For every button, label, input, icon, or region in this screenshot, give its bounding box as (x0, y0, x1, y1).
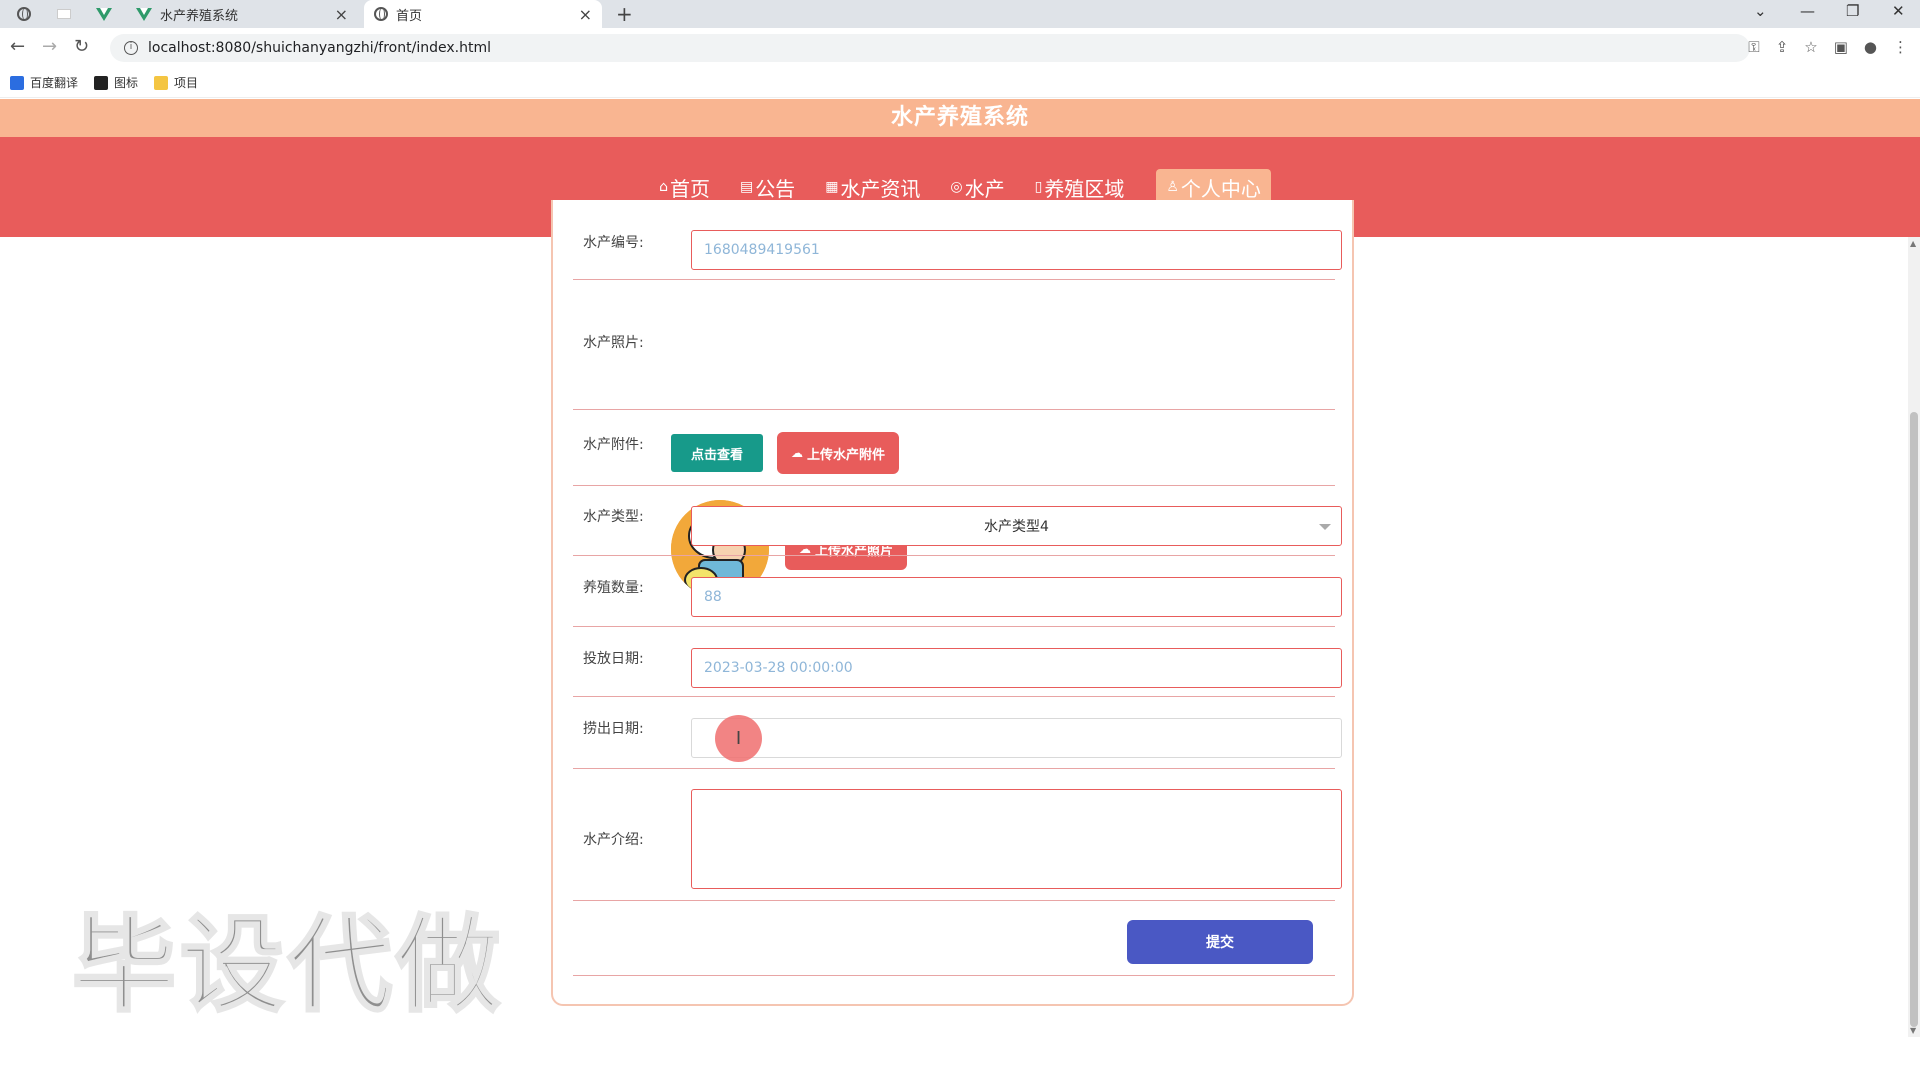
form-row-harvest-date: 捞出日期: (573, 697, 1342, 769)
bookmark-project[interactable]: 项目 (154, 74, 198, 91)
nav-label: 养殖区域 (1044, 176, 1125, 201)
scroll-down-icon[interactable]: ▼ (1910, 1026, 1916, 1035)
new-tab-button[interactable]: + (616, 2, 633, 26)
form-row-photo: 水产照片: (573, 280, 1335, 410)
button-label: 上传水产附件 (806, 447, 885, 463)
page-icon (57, 9, 71, 19)
harvest-date-input[interactable] (691, 718, 1342, 758)
back-icon[interactable]: ← (10, 36, 25, 57)
pinned-tab-globe[interactable] (12, 3, 36, 25)
chevron-down-icon (1319, 524, 1331, 530)
image-icon (94, 75, 109, 90)
tab-search-icon[interactable]: ⌄ (1754, 2, 1767, 20)
tab-title: 水产养殖系统 (160, 8, 239, 24)
area-icon: ▯ (1034, 179, 1043, 195)
field-label: 水产介绍: (583, 832, 644, 848)
bookmark-label: 百度翻译 (30, 76, 79, 90)
field-label: 水产照片: (583, 335, 644, 351)
submit-button[interactable]: 提交 (1127, 920, 1313, 964)
text-cursor-icon: I (735, 728, 742, 749)
star-icon[interactable]: ☆ (1804, 38, 1817, 56)
pinned-tab-blank[interactable] (52, 3, 76, 25)
edit-form-card: 水产编号: 1680489419561 水产照片: ☁ 上传水产照片 水产附件:… (551, 200, 1354, 1006)
bookmark-label: 图标 (114, 76, 139, 90)
folder-icon (154, 75, 169, 90)
nav-label: 首页 (669, 176, 710, 201)
forward-icon[interactable]: → (42, 36, 57, 57)
field-label: 养殖数量: (583, 580, 644, 596)
restore-button[interactable]: ❐ (1846, 2, 1859, 20)
home-icon: ⌂ (659, 179, 668, 195)
nav-label: 水产资讯 (840, 176, 921, 201)
tab-close-icon[interactable]: × (579, 5, 592, 24)
release-date-input[interactable]: 2023-03-28 00:00:00 (691, 648, 1342, 688)
vue-icon (96, 7, 112, 21)
cursor-highlight: I (715, 715, 762, 762)
translate-icon (10, 75, 24, 90)
scroll-up-icon[interactable]: ▲ (1910, 239, 1916, 248)
grid-icon: ▦ (825, 179, 839, 195)
bookmark-label: 项目 (174, 76, 199, 90)
info-icon[interactable]: i (124, 41, 138, 55)
watermark: 毕设代做 (70, 903, 505, 1028)
code-input[interactable]: 1680489419561 (691, 230, 1342, 270)
field-label: 水产编号: (583, 235, 644, 251)
fish-icon: ◎ (950, 179, 963, 195)
nav-label: 水产 (964, 176, 1005, 201)
intro-textarea[interactable] (691, 789, 1342, 889)
field-label: 投放日期: (583, 651, 644, 667)
upload-attachment-button[interactable]: ☁ 上传水产附件 (777, 432, 899, 474)
form-row-intro: 水产介绍: (573, 769, 1342, 901)
browser-tab-bar: 水产养殖系统 × 首页 × + ⌄ — ❐ ✕ (0, 0, 1920, 28)
nav-label: 公告 (755, 176, 796, 201)
bookmark-icons[interactable]: 图标 (94, 74, 138, 91)
tab-aquaculture[interactable]: 水产养殖系统 × (126, 0, 358, 28)
close-window-button[interactable]: ✕ (1892, 2, 1905, 20)
scroll-thumb[interactable] (1910, 412, 1918, 1027)
form-row-quantity: 养殖数量: 88 (573, 556, 1342, 627)
type-select[interactable]: 水产类型4 (691, 506, 1342, 546)
profile-icon[interactable]: ● (1864, 38, 1877, 56)
sidepanel-icon[interactable]: ▣ (1834, 38, 1848, 56)
tab-home[interactable]: 首页 × (364, 0, 602, 28)
bookmark-baidu-translate[interactable]: 百度翻译 (10, 74, 78, 91)
quantity-input[interactable]: 88 (691, 577, 1342, 617)
reload-icon[interactable]: ↻ (74, 36, 89, 57)
menu-icon[interactable]: ⋮ (1893, 38, 1908, 56)
select-value: 水产类型4 (984, 519, 1049, 535)
form-row-release-date: 投放日期: 2023-03-28 00:00:00 (573, 627, 1342, 697)
user-icon: ♙ (1166, 179, 1179, 195)
minimize-button[interactable]: — (1800, 2, 1815, 20)
bookmarks-bar: 百度翻译 图标 项目 (0, 68, 1920, 98)
view-attachment-button[interactable]: 点击查看 (671, 434, 763, 472)
tab-title: 首页 (396, 8, 423, 24)
site-title: 水产养殖系统 (0, 99, 1920, 137)
share-icon[interactable]: ⇪ (1776, 38, 1789, 56)
vue-icon (136, 7, 152, 21)
notice-icon: ▤ (739, 179, 754, 195)
field-label: 捞出日期: (583, 721, 644, 737)
globe-icon (374, 7, 388, 21)
field-label: 水产附件: (583, 437, 644, 453)
url-field[interactable]: i localhost:8080/shuichanyangzhi/front/i… (110, 34, 1750, 62)
form-row-code: 水产编号: 1680489419561 (573, 200, 1342, 280)
form-row-type: 水产类型: 水产类型4 (573, 486, 1342, 556)
address-bar-row: ← → ↻ i localhost:8080/shuichanyangzhi/f… (0, 28, 1920, 68)
url-text: localhost:8080/shuichanyangzhi/front/ind… (148, 40, 491, 56)
pinned-tab-vue[interactable] (92, 3, 116, 25)
field-label: 水产类型: (583, 509, 644, 525)
nav-label: 个人中心 (1180, 176, 1261, 201)
key-icon[interactable]: ⚿ (1748, 38, 1759, 56)
tab-close-icon[interactable]: × (335, 5, 348, 24)
globe-icon (17, 7, 31, 21)
cloud-upload-icon: ☁ (790, 446, 803, 460)
page-scrollbar[interactable]: ▲ ▼ (1908, 237, 1920, 1037)
